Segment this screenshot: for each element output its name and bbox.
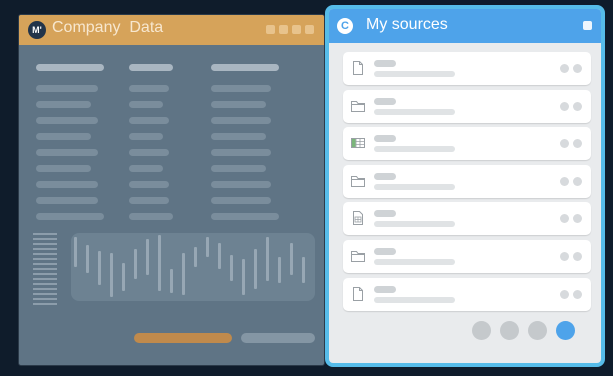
panel-title: My sources (366, 16, 448, 33)
source-detail-placeholder (374, 221, 455, 228)
source-actions[interactable] (560, 101, 582, 111)
source-name-placeholder (374, 247, 396, 255)
action-dot-icon[interactable] (560, 251, 569, 261)
action-dot-icon[interactable] (573, 289, 582, 299)
source-item[interactable] (343, 202, 591, 236)
panel-header: C My sources (329, 9, 601, 43)
pagination (472, 321, 575, 340)
source-detail-placeholder (374, 183, 455, 190)
window-control-icon (266, 25, 275, 34)
folder-icon (351, 175, 365, 187)
background-primary-button (134, 333, 232, 343)
source-actions[interactable] (560, 176, 582, 186)
my-sources-panel: C My sources (325, 5, 605, 367)
file-icon (353, 286, 363, 301)
source-actions[interactable] (560, 289, 582, 299)
panel-close-button[interactable] (583, 21, 592, 30)
page-dot-1[interactable] (472, 321, 491, 340)
page-dot-2[interactable] (500, 321, 519, 340)
background-secondary-button (241, 333, 315, 343)
source-name-placeholder (374, 210, 396, 218)
source-name-placeholder (374, 97, 396, 105)
document-table-icon (353, 211, 363, 226)
source-item[interactable] (343, 127, 591, 161)
source-detail-placeholder (374, 146, 455, 153)
placeholder-column (129, 64, 173, 229)
source-name-placeholder (374, 285, 396, 293)
folder-icon (351, 250, 365, 262)
source-item[interactable] (343, 164, 591, 198)
background-titlebar: M' Company Data (19, 15, 324, 45)
source-name-placeholder (374, 172, 396, 180)
action-dot-icon[interactable] (573, 214, 582, 224)
source-actions[interactable] (560, 64, 582, 73)
chart-legend-placeholder (33, 233, 57, 308)
page-dot-3[interactable] (528, 321, 547, 340)
source-actions[interactable] (560, 214, 582, 224)
source-actions[interactable] (560, 139, 582, 149)
source-detail-placeholder (374, 258, 455, 265)
window-control-icon (292, 25, 301, 34)
source-item[interactable] (343, 239, 591, 273)
action-dot-icon[interactable] (573, 64, 582, 73)
company-logo: M' (28, 21, 46, 39)
source-detail-placeholder (374, 296, 455, 303)
placeholder-column (36, 64, 104, 229)
window-control-icon (305, 25, 314, 34)
placeholder-column (211, 64, 279, 229)
action-dot-icon[interactable] (560, 101, 569, 111)
source-name-placeholder (374, 60, 396, 67)
file-icon (353, 61, 363, 75)
action-dot-icon[interactable] (560, 214, 569, 224)
action-dot-icon[interactable] (573, 251, 582, 261)
background-window: M' Company Data (18, 14, 325, 366)
source-actions[interactable] (560, 251, 582, 261)
source-item[interactable] (343, 52, 591, 85)
background-window-title: Company Data (52, 19, 164, 36)
action-dot-icon[interactable] (573, 176, 582, 186)
source-name-placeholder (374, 135, 396, 143)
source-detail-placeholder (374, 71, 455, 77)
action-dot-icon[interactable] (573, 101, 582, 111)
copyright-c-icon: C (337, 18, 353, 34)
background-window-controls (266, 25, 314, 34)
source-item[interactable] (343, 277, 591, 311)
source-list (343, 52, 591, 315)
action-dot-icon[interactable] (560, 64, 569, 73)
source-item[interactable] (343, 89, 591, 123)
window-control-icon (279, 25, 288, 34)
page-dot-4-active[interactable] (556, 321, 575, 340)
action-dot-icon[interactable] (560, 139, 569, 149)
spreadsheet-icon (351, 138, 365, 149)
source-detail-placeholder (374, 108, 455, 115)
background-chart (71, 233, 315, 301)
action-dot-icon[interactable] (573, 139, 582, 149)
folder-icon (351, 100, 365, 112)
action-dot-icon[interactable] (560, 289, 569, 299)
action-dot-icon[interactable] (560, 176, 569, 186)
